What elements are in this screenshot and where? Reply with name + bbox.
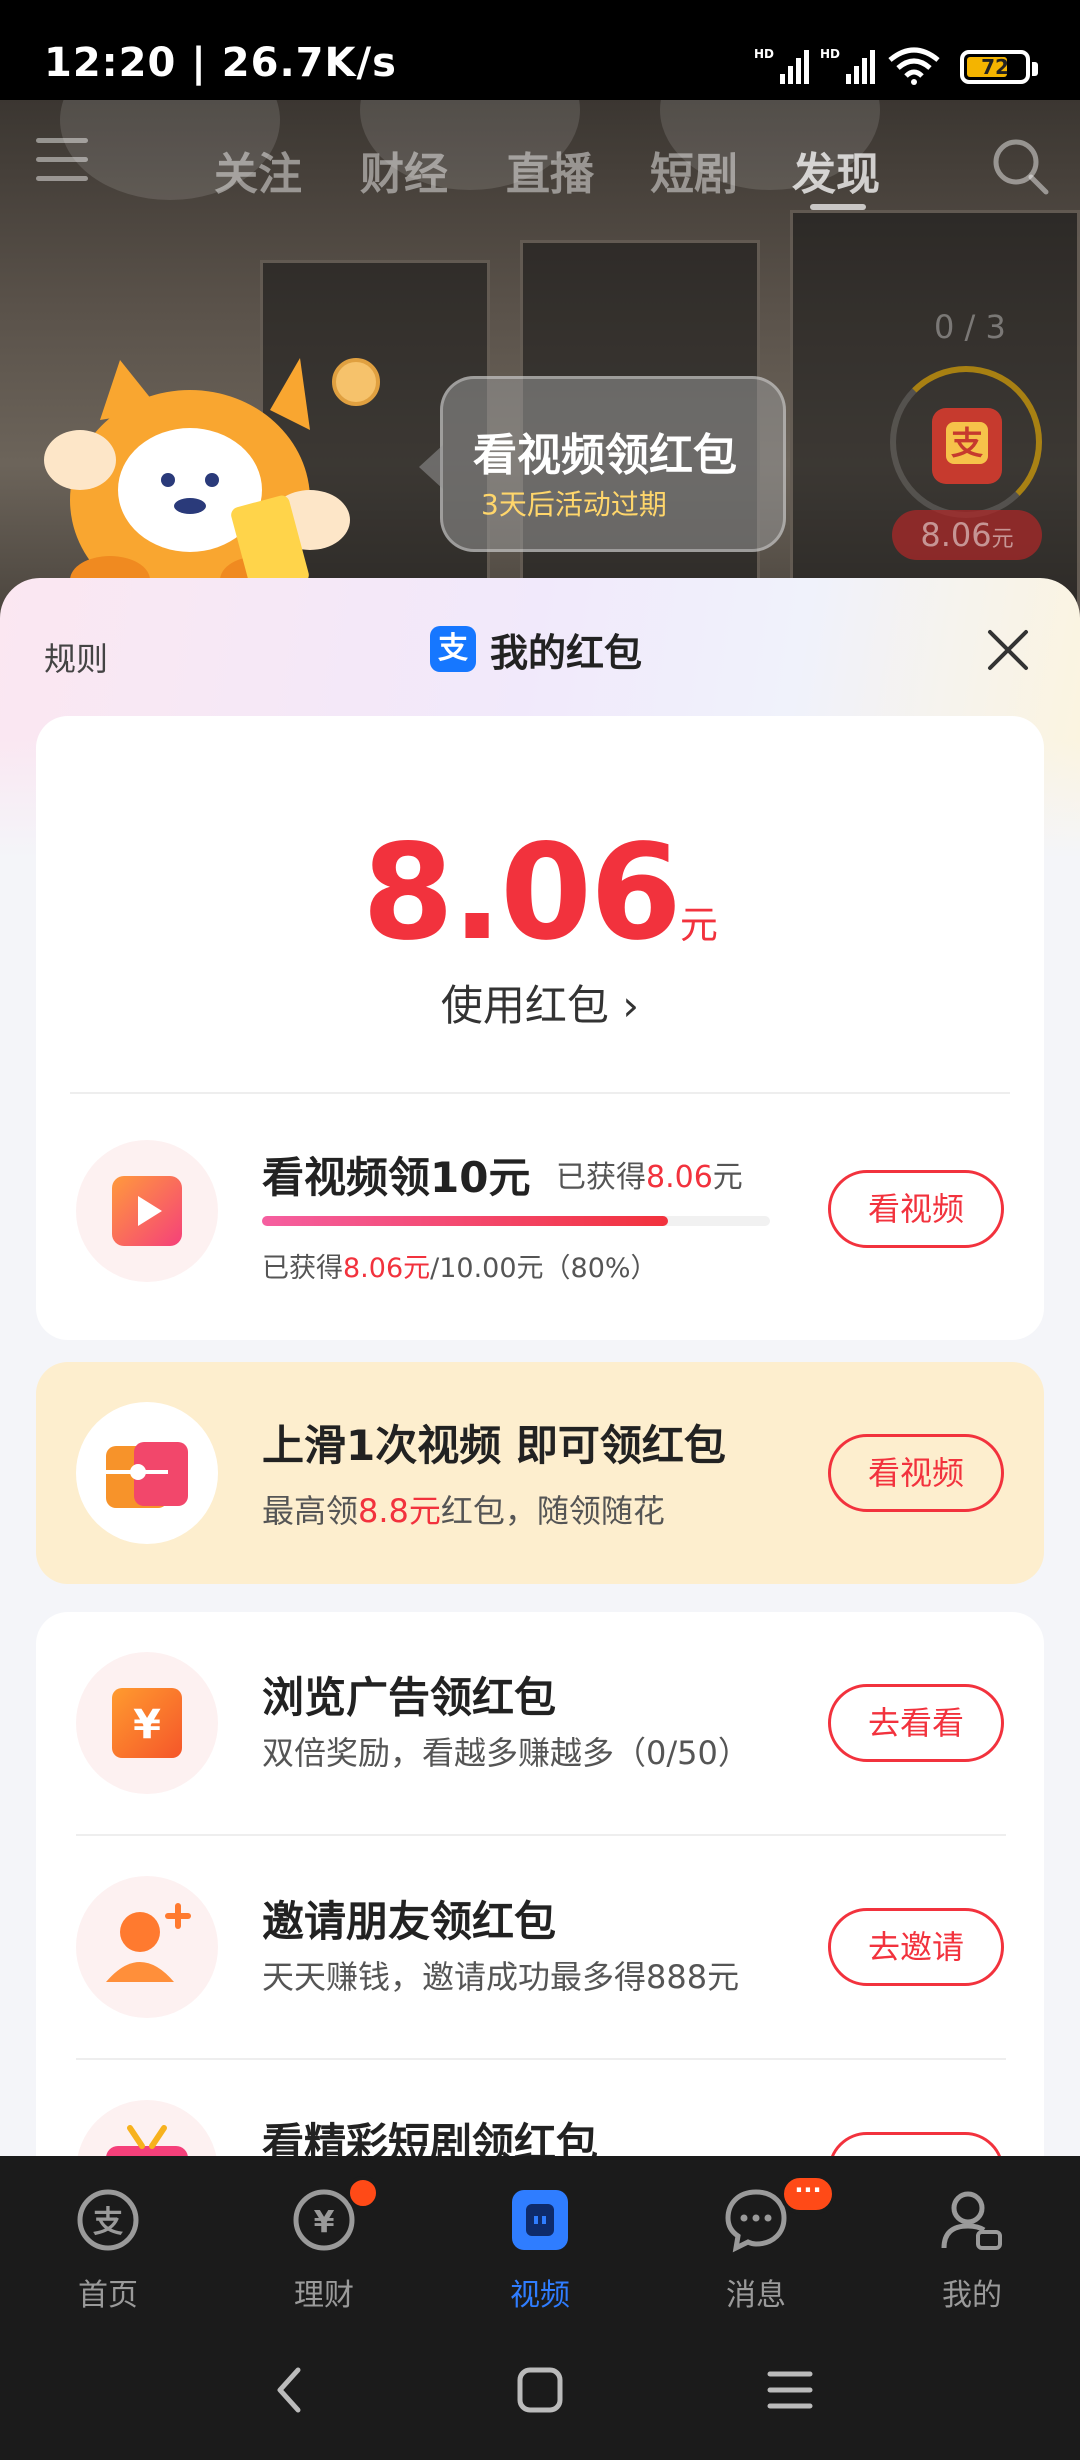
status-bar: 12:20 | 26.7K/s HD HD 72 [0,0,1080,100]
watch-video-button[interactable]: 看视频 [828,1434,1004,1512]
tab-finance[interactable]: 财经 [360,138,448,202]
nav-home[interactable]: 支 首页 [38,2186,178,2316]
red-packet-amount: 8.06元 [892,510,1042,560]
battery-icon: 72 [960,50,1038,84]
yuan-icon: ¥ [76,1652,218,1794]
balance-amount: 8.06元 [362,816,718,970]
wifi-icon [888,47,940,85]
red-envelope-icon: 支 [932,408,1002,484]
activity-bubble[interactable]: 看视频领红包 3天后活动过期 [419,376,786,552]
swipe-task-subtitle: 最高领8.8元红包，随领随花 [262,1492,665,1530]
task-title: 看精彩短剧领红包 [262,2119,599,2158]
svg-text:¥: ¥ [314,2205,335,2240]
status-time: 12:20 | 26.7K/s [44,40,397,86]
video-icon [512,2190,568,2250]
red-packet-count: 0 / 3 [934,308,1006,346]
alipay-icon: 支 [77,2189,139,2251]
tv-icon [76,2100,218,2158]
lucky-cat-mascot-icon [44,358,380,610]
svg-text:HD: HD [754,47,774,61]
add-friend-icon [76,1876,218,2018]
nav-label: 我的 [942,2278,1002,2313]
cellular-signal-icon: HD [754,47,809,84]
red-packet-widget[interactable]: 0 / 3 支 8.06元 [880,300,1060,580]
use-red-packet-link[interactable]: 使用红包 › [36,972,1044,1033]
progress-bar [262,1216,770,1226]
top-nav: 关注 财经 直播 短剧 发现 [0,120,1080,220]
svg-text:HD: HD [820,47,840,61]
tab-short-drama[interactable]: 短剧 [650,138,738,202]
nav-label: 视频 [510,2278,570,2313]
alipay-logo-icon: 支 [430,626,476,672]
short-drama-button[interactable] [828,2132,1004,2158]
profile-icon [941,2191,1002,2250]
svg-text:¥: ¥ [133,1702,161,1748]
tab-discover[interactable]: 发现 [792,138,880,202]
home-icon[interactable] [510,2360,570,2420]
nav-label: 消息 [726,2278,786,2313]
tab-live[interactable]: 直播 [506,138,594,202]
nav-video[interactable]: 视频 [470,2186,610,2316]
progress-bar-fill [262,1216,669,1226]
nav-label: 首页 [78,2278,138,2313]
nav-wealth[interactable]: ¥ 理财 [254,2176,394,2316]
search-icon[interactable] [990,136,1050,196]
task-list-card: ¥ 浏览广告领红包 双倍奖励，看越多赚越多（0/50） 去看看 邀请朋友领红包 … [36,1612,1044,2158]
svg-text:支: 支 [93,2205,123,2240]
progress-task-title: 看视频领10元 [262,1153,531,1202]
sheet-title-text: 我的红包 [490,630,643,675]
nav-messages[interactable]: ··· 消息 [686,2174,836,2316]
message-badge: ··· [780,2174,836,2214]
recents-icon[interactable] [760,2360,820,2420]
swipe-task-title: 上滑1次视频 即可领红包 [262,1421,726,1470]
notification-dot [346,2176,380,2210]
menu-icon[interactable] [36,138,88,182]
task-title: 浏览广告领红包 [262,1673,557,1722]
back-icon[interactable] [260,2360,320,2420]
swipe-task-card: 上滑1次视频 即可领红包 最高领8.8元红包，随领随花 看视频 [36,1362,1044,1584]
watch-video-button[interactable]: 看视频 [828,1170,1004,1248]
bubble-title: 看视频领红包 [473,430,737,481]
browse-ads-button[interactable]: 去看看 [828,1684,1004,1762]
progress-task-earned: 已获得8.06元 [556,1160,743,1195]
tab-follow[interactable]: 关注 [214,138,302,202]
invite-friends-button[interactable]: 去邀请 [828,1908,1004,1986]
bubble-subtitle: 3天后活动过期 [481,488,667,521]
play-video-icon [76,1140,218,1282]
progress-detail: 已获得8.06元/10.00元（80%） [262,1253,658,1284]
nav-profile[interactable]: 我的 [902,2186,1042,2316]
task-subtitle: 双倍奖励，看越多赚越多（0/50） [262,1734,750,1772]
rules-link[interactable]: 规则 [44,634,108,680]
task-subtitle: 天天赚钱，邀请成功最多得888元 [262,1958,740,1996]
task-title: 邀请朋友领红包 [262,1897,557,1946]
battery-level: 72 [981,55,1009,79]
close-icon[interactable] [986,628,1030,672]
red-packet-sheet: 规则 支 我的红包 8.06元 使用红包 › 看视频领10元 已获得8.06元 [0,578,1080,2158]
balance-card: 8.06元 使用红包 › 看视频领10元 已获得8.06元 已获得8.06元/1… [36,716,1044,1340]
gift-box-icon [76,1402,218,1544]
sheet-title: 支 我的红包 [430,624,643,675]
nav-label: 理财 [294,2278,354,2313]
cellular-signal-icon: HD [820,47,875,84]
active-tab-indicator [810,204,866,210]
